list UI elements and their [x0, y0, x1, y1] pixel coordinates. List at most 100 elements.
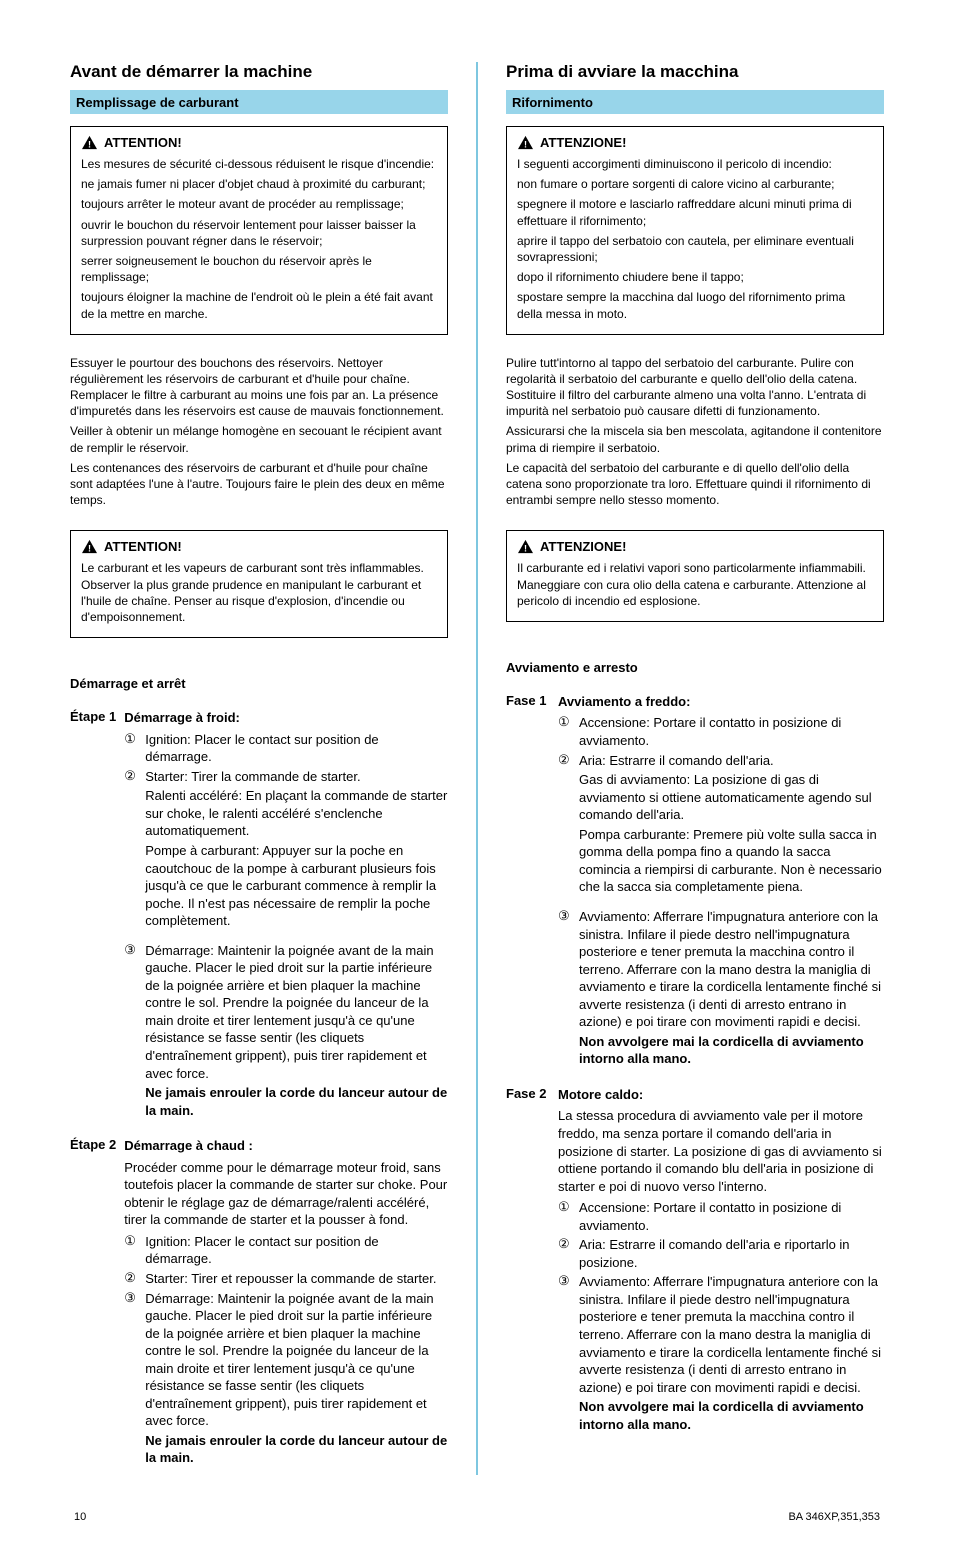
bullet-icon: ③	[124, 1290, 139, 1430]
bullet-icon: ②	[124, 1270, 139, 1288]
list-item: ②Starter: Tirer et repousser la commande…	[124, 1270, 448, 1288]
step-intro: Démarrage à chaud :	[124, 1137, 448, 1155]
text: ouvrir le bouchon du réservoir lentement…	[81, 217, 437, 249]
list-item: ③Avviamento: Afferrare l'impugnatura ant…	[558, 1273, 884, 1396]
step-intro: Démarrage à froid:	[124, 709, 448, 727]
text: Les contenances des réservoirs de carbur…	[70, 460, 448, 509]
text: Ignition: Placer le contact sur position…	[145, 731, 448, 766]
step-content: Démarrage à froid: ①Ignition: Placer le …	[124, 709, 448, 1121]
caution-heading-text: ATTENZIONE!	[540, 539, 626, 554]
step-number: Étape 2	[70, 1137, 116, 1469]
svg-text:!: !	[524, 140, 527, 150]
list-item: ②Starter: Tirer la commande de starter.	[124, 768, 448, 786]
list-item: Ne jamais enrouler la corde du lanceur a…	[124, 1432, 448, 1467]
page-footer: 10 BA 346XP,351,353	[70, 1511, 884, 1523]
caution-body: Il carburante ed i relativi vapori sono …	[517, 560, 873, 609]
text: ne jamais fumer ni placer d'objet chaud …	[81, 176, 437, 192]
text: Ne jamais enrouler la corde du lanceur a…	[145, 1084, 448, 1119]
spacer	[124, 1084, 139, 1119]
list-item: ③Démarrage: Maintenir la poignée avant d…	[124, 942, 448, 1082]
spacer	[558, 826, 573, 896]
text: Ralenti accéléré: En plaçant la commande…	[145, 787, 448, 840]
bullet-icon: ③	[124, 942, 139, 1082]
bullet-icon: ①	[558, 714, 573, 749]
caution-heading-text: ATTENTION!	[104, 539, 182, 554]
text: Avviamento: Afferrare l'impugnatura ante…	[579, 1273, 884, 1396]
column-left: Avant de démarrer la machine Remplissage…	[70, 62, 476, 1475]
list-item: Ralenti accéléré: En plaçant la commande…	[124, 787, 448, 840]
warning-icon: !	[517, 135, 534, 150]
step-intro: Motore caldo:	[558, 1086, 884, 1104]
list-item: ①Ignition: Placer le contact sur positio…	[124, 731, 448, 766]
step-content: Avviamento a freddo: ①Accensione: Portar…	[558, 693, 884, 1070]
list-item: ③Démarrage: Maintenir la poignée avant d…	[124, 1290, 448, 1430]
warning-icon: !	[81, 135, 98, 150]
list-item: ①Accensione: Portare il contatto in posi…	[558, 1199, 884, 1234]
step-number: Étape 1	[70, 709, 116, 1121]
warning-icon: !	[81, 539, 98, 554]
text: spostare sempre la macchina dal luogo de…	[517, 289, 873, 321]
text: Starter: Tirer la commande de starter.	[145, 768, 448, 786]
list-item: Pompa carburante: Premere più volte sull…	[558, 826, 884, 896]
caution-body: Le carburant et les vapeurs de carburant…	[81, 560, 437, 625]
text: non fumare o portare sorgenti di calore …	[517, 176, 873, 192]
text: Non avvolgere mai la cordicella di avvia…	[579, 1398, 884, 1433]
text: Pompa carburante: Premere più volte sull…	[579, 826, 884, 896]
left-paragraph: Essuyer le pourtour des bouchons des rés…	[70, 355, 448, 509]
list-item: ②Aria: Estrarre il comando dell'aria e r…	[558, 1236, 884, 1271]
list-item: ③Avviamento: Afferrare l'impugnatura ant…	[558, 908, 884, 1031]
text: Démarrage: Maintenir la poignée avant de…	[145, 942, 448, 1082]
text: Aria: Estrarre il comando dell'aria.	[579, 752, 884, 770]
left-start-heading: Démarrage et arrêt	[70, 676, 448, 691]
list-item: Non avvolgere mai la cordicella di avvia…	[558, 1398, 884, 1433]
text: Avviamento: Afferrare l'impugnatura ante…	[579, 908, 884, 1031]
caution-head: ! ATTENTION!	[81, 135, 437, 150]
text: Pompe à carburant: Appuyer sur la poche …	[145, 842, 448, 930]
left-title: Avant de démarrer la machine	[70, 62, 448, 82]
list-item: ② Aria: Estrarre il comando dell'aria.	[558, 752, 884, 770]
text: Le carburant et les vapeurs de carburant…	[81, 560, 437, 625]
column-right: Prima di avviare la macchina Riforniment…	[478, 62, 884, 1475]
text: toujours arrêter le moteur avant de proc…	[81, 196, 437, 212]
bullet-icon: ②	[558, 752, 573, 770]
list-item: Pompe à carburant: Appuyer sur la poche …	[124, 842, 448, 930]
page-number: 10	[74, 1511, 86, 1523]
text: Non avvolgere mai la cordicella di avvia…	[579, 1033, 884, 1068]
right-ribbon: Rifornimento	[506, 90, 884, 114]
bullet-icon: ③	[558, 908, 573, 1031]
step-content: Démarrage à chaud : Procéder comme pour …	[124, 1137, 448, 1469]
text: I seguenti accorgimenti diminuiscono il …	[517, 156, 873, 172]
right-paragraph: Pulire tutt'intorno al tappo del serbato…	[506, 355, 884, 509]
right-step-1: Fase 1 Avviamento a freddo: ①Accensione:…	[506, 693, 884, 1070]
text: Démarrage: Maintenir la poignée avant de…	[145, 1290, 448, 1430]
list-item: Non avvolgere mai la cordicella di avvia…	[558, 1033, 884, 1068]
text: Gas di avviamento: La posizione di gas d…	[579, 771, 884, 824]
spacer	[558, 1033, 573, 1068]
svg-text:!: !	[88, 140, 91, 150]
spacer	[124, 842, 139, 930]
spacer	[558, 771, 573, 824]
text: Aria: Estrarre il comando dell'aria e ri…	[579, 1236, 884, 1271]
right-start-heading: Avviamento e arresto	[506, 660, 884, 675]
left-step-2: Étape 2 Démarrage à chaud : Procéder com…	[70, 1137, 448, 1469]
text: dopo il rifornimento chiudere bene il ta…	[517, 269, 873, 285]
text: Pulire tutt'intorno al tappo del serbato…	[506, 355, 884, 420]
caution-body: I seguenti accorgimenti diminuiscono il …	[517, 156, 873, 322]
text: toujours éloigner la machine de l'endroi…	[81, 289, 437, 321]
spacer	[558, 1398, 573, 1433]
text: Il carburante ed i relativi vapori sono …	[517, 560, 873, 609]
caution-heading-text: ATTENTION!	[104, 135, 182, 150]
step-number: Fase 2	[506, 1086, 550, 1435]
text: Accensione: Portare il contatto in posiz…	[579, 1199, 884, 1234]
text: Essuyer le pourtour des bouchons des rés…	[70, 355, 448, 420]
spacer	[124, 1432, 139, 1467]
doc-id: BA 346XP,351,353	[788, 1511, 880, 1523]
step-number: Fase 1	[506, 693, 550, 1070]
text: Ne jamais enrouler la corde du lanceur a…	[145, 1432, 448, 1467]
list-item: ①Ignition: Placer le contact sur positio…	[124, 1233, 448, 1268]
text: spegnere il motore e lasciarlo raffredda…	[517, 196, 873, 228]
text: La stessa procedura di avviamento vale p…	[558, 1107, 884, 1195]
right-title: Prima di avviare la macchina	[506, 62, 884, 82]
step-content: Motore caldo: La stessa procedura di avv…	[558, 1086, 884, 1435]
left-caution-2: ! ATTENTION! Le carburant et les vapeurs…	[70, 530, 448, 638]
